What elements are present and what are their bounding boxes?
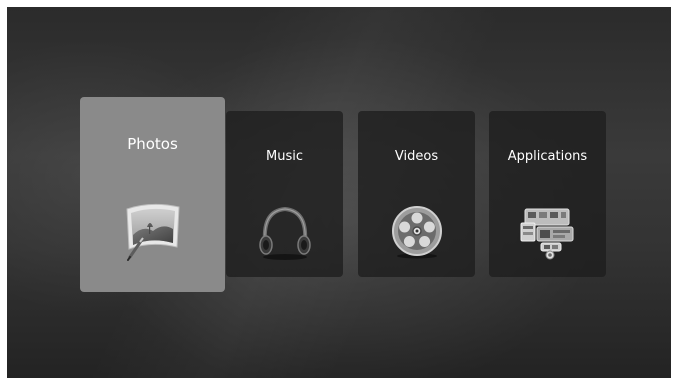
menu-tile-music[interactable]: Music xyxy=(226,111,343,277)
menu-tile-label: Photos xyxy=(127,135,178,153)
home-screen: Photos Music Videos Applications xyxy=(7,7,671,378)
headphones-icon xyxy=(255,205,315,265)
menu-tile-label: Applications xyxy=(507,149,588,164)
menu-tile-photos[interactable]: Photos xyxy=(80,97,225,292)
app-windows-icon xyxy=(519,203,577,265)
menu-tile-videos[interactable]: Videos xyxy=(358,111,475,277)
menu-tile-applications[interactable]: Applications xyxy=(489,111,606,277)
photo-frame-icon xyxy=(121,199,185,265)
film-reel-icon xyxy=(389,203,445,263)
menu-tile-label: Music xyxy=(266,149,303,164)
menu-tile-label: Videos xyxy=(394,149,439,164)
